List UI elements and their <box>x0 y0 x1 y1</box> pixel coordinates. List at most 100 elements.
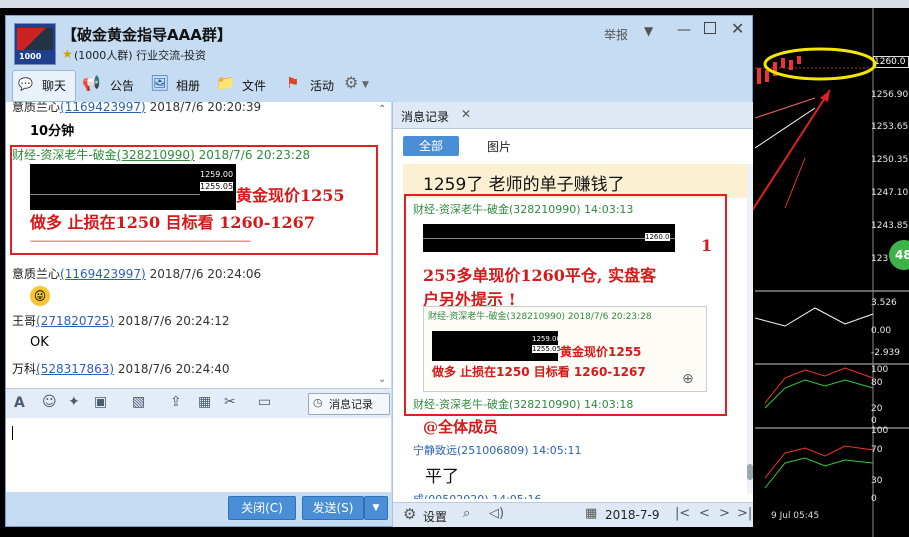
rsi-tick: 100 <box>871 426 889 436</box>
macd-line <box>755 307 874 327</box>
image-icon[interactable]: ▧ <box>132 394 145 410</box>
message-header: 王哥(271820725) 2018/7/6 20:24:12 <box>12 314 230 328</box>
minimize-icon[interactable]: — <box>677 22 691 38</box>
expand-icon[interactable]: ⌄ <box>378 374 386 385</box>
message-history-label: 消息记录 <box>329 398 373 411</box>
rsi-tick: 0 <box>871 494 877 504</box>
tab-chat-label: 聊天 <box>42 79 67 93</box>
user-id-link[interactable]: (1169423997) <box>60 267 146 281</box>
scissors-icon[interactable]: ✂ <box>224 394 236 410</box>
magic-wand-icon[interactable]: ✦ <box>68 394 80 410</box>
history-scrollbar[interactable] <box>747 164 753 494</box>
title-bar: 1000 【破金黄金指导AAA群】 ★ (1000人群) 行业交流-投资 举报 … <box>6 16 752 68</box>
filter-image-tab[interactable]: 图片 <box>487 138 511 155</box>
send-bar: 关闭(C) 发送(S) ▼ <box>6 492 391 526</box>
chevron-down-icon[interactable]: ▼ <box>362 80 369 90</box>
settings-gear-icon[interactable]: ⚙ <box>403 505 416 523</box>
collapse-icon[interactable]: ⌃ <box>378 104 386 115</box>
history-reply-text: 平了 <box>425 467 459 487</box>
last-page-icon[interactable]: >| <box>737 506 752 521</box>
tab-files[interactable]: 文件 <box>242 77 266 94</box>
settings-label[interactable]: 设置 <box>423 508 447 525</box>
history-tab-close-icon[interactable]: ✕ <box>461 107 471 121</box>
macd-tick: 3.526 <box>871 298 897 308</box>
close-icon[interactable]: ✕ <box>731 19 744 38</box>
speaker-icon[interactable]: ◁) <box>489 506 504 521</box>
rsi-tick: 30 <box>871 476 883 486</box>
history-message-header: 宁静致远(251006809) 14:05:11 <box>413 444 582 457</box>
tab-notice[interactable]: 公告 <box>110 77 134 94</box>
scrollbar-thumb[interactable] <box>747 464 753 480</box>
platform-toolbar <box>0 0 909 8</box>
send-options-icon[interactable]: ▼ <box>364 496 388 520</box>
rsi-line-2 <box>764 457 874 489</box>
history-message-header-partial: 成(00502020) 14:05:16 <box>413 491 541 499</box>
highlight-ellipse <box>763 47 877 81</box>
rsi-line-1 <box>764 445 874 479</box>
folder-icon[interactable]: 📁 <box>216 74 235 92</box>
annotation-box-history <box>404 194 727 416</box>
arrow-head <box>820 90 830 102</box>
user-id-link[interactable]: (528317863) <box>36 362 114 376</box>
album-icon[interactable]: 🖼 <box>150 74 169 92</box>
message-history-button[interactable]: ◷ 消息记录 <box>308 393 390 415</box>
message-header: 意质兰心(1169423997) 2018/7/6 20:20:39 <box>12 102 262 114</box>
feature-toolbar: 💬 聊天 📢 公告 🖼 相册 📁 文件 ⚑ 活动 ⚙ ▼ <box>6 68 396 102</box>
flag-image <box>17 28 53 50</box>
search-icon[interactable]: ⌕ <box>463 506 470 521</box>
kdj-tick: 100 <box>871 365 889 375</box>
message-text: 10分钟 <box>30 124 75 139</box>
message-text: OK <box>30 335 49 350</box>
maximize-icon[interactable] <box>704 22 716 34</box>
chat-bubble-icon: 💬 <box>18 77 33 91</box>
group-avatar[interactable]: 1000 <box>14 23 56 65</box>
highlighted-message: 1259了 老师的单子赚钱了 <box>403 164 747 198</box>
history-tab-title[interactable]: 消息记录 <box>401 108 449 125</box>
vibrate-icon[interactable]: ▣ <box>94 394 107 410</box>
star-icon: ★ <box>62 47 73 61</box>
kdj-line-1 <box>764 367 874 404</box>
tab-album[interactable]: 相册 <box>176 77 200 94</box>
highlighted-message-text: 1259了 老师的单子赚钱了 <box>423 175 625 195</box>
mention-all: @全体成员 <box>423 418 499 436</box>
flag-icon[interactable]: ⚑ <box>286 74 299 92</box>
rsi-tick: 70 <box>871 445 883 455</box>
input-toolbar: A ☺ ✦ ▣ ▧ ⇪ ▦ ✂ ▭ ◷ 消息记录 <box>6 388 391 419</box>
group-title: 【破金黄金指导AAA群】 <box>62 26 232 44</box>
kdj-tick: 20 <box>871 404 883 414</box>
upload-icon[interactable]: ⇪ <box>170 394 182 410</box>
kdj-tick: 80 <box>871 378 883 388</box>
prev-page-icon[interactable]: < <box>699 506 710 521</box>
kdj-line-2 <box>764 379 874 409</box>
history-date[interactable]: 2018-7-9 <box>605 508 659 522</box>
group-subtitle: (1000人群) 行业交流-投资 <box>74 49 207 62</box>
first-page-icon[interactable]: |< <box>675 506 690 521</box>
font-icon[interactable]: A <box>14 395 25 411</box>
next-page-icon[interactable]: > <box>719 506 730 521</box>
user-id-link[interactable]: (271820725) <box>36 314 114 328</box>
avatar-caption: 1000 <box>19 52 42 61</box>
macd-tick: -2.939 <box>871 348 901 358</box>
kdj-tick: 0 <box>871 416 877 426</box>
user-id-link[interactable]: (1169423997) <box>60 102 146 114</box>
message-header: 万科(528317863) 2018/7/6 20:24:40 <box>12 362 230 376</box>
message-input[interactable] <box>6 418 391 492</box>
send-button[interactable]: 发送(S) <box>302 496 364 520</box>
screen-share-icon[interactable]: ▭ <box>258 394 271 410</box>
text-cursor <box>12 426 13 440</box>
close-button[interactable]: 关闭(C) <box>228 496 296 520</box>
history-footer: ⚙ 设置 ⌕ ◁) ▦ 2018-7-9 |< < > >| <box>393 502 753 527</box>
clock-icon: ◷ <box>313 396 323 409</box>
qq-group-chat-window: 1000 【破金黄金指导AAA群】 ★ (1000人群) 行业交流-投资 举报 … <box>5 15 753 527</box>
gear-icon[interactable]: ⚙ <box>344 73 358 92</box>
macd-tick: 0.00 <box>871 326 892 336</box>
calendar-icon[interactable]: ▦ <box>585 506 597 521</box>
report-link[interactable]: 举报 <box>604 26 628 43</box>
message-header: 意质兰心(1169423997) 2018/7/6 20:24:06 <box>12 267 262 281</box>
filter-all-tab[interactable]: 全部 <box>403 136 459 156</box>
emoji-icon[interactable]: ☺ <box>42 394 57 410</box>
dropdown-icon[interactable]: ▼ <box>644 24 653 38</box>
gift-icon[interactable]: ▦ <box>198 394 211 410</box>
tab-activity[interactable]: 活动 <box>310 77 334 94</box>
megaphone-icon[interactable]: 📢 <box>82 74 101 92</box>
